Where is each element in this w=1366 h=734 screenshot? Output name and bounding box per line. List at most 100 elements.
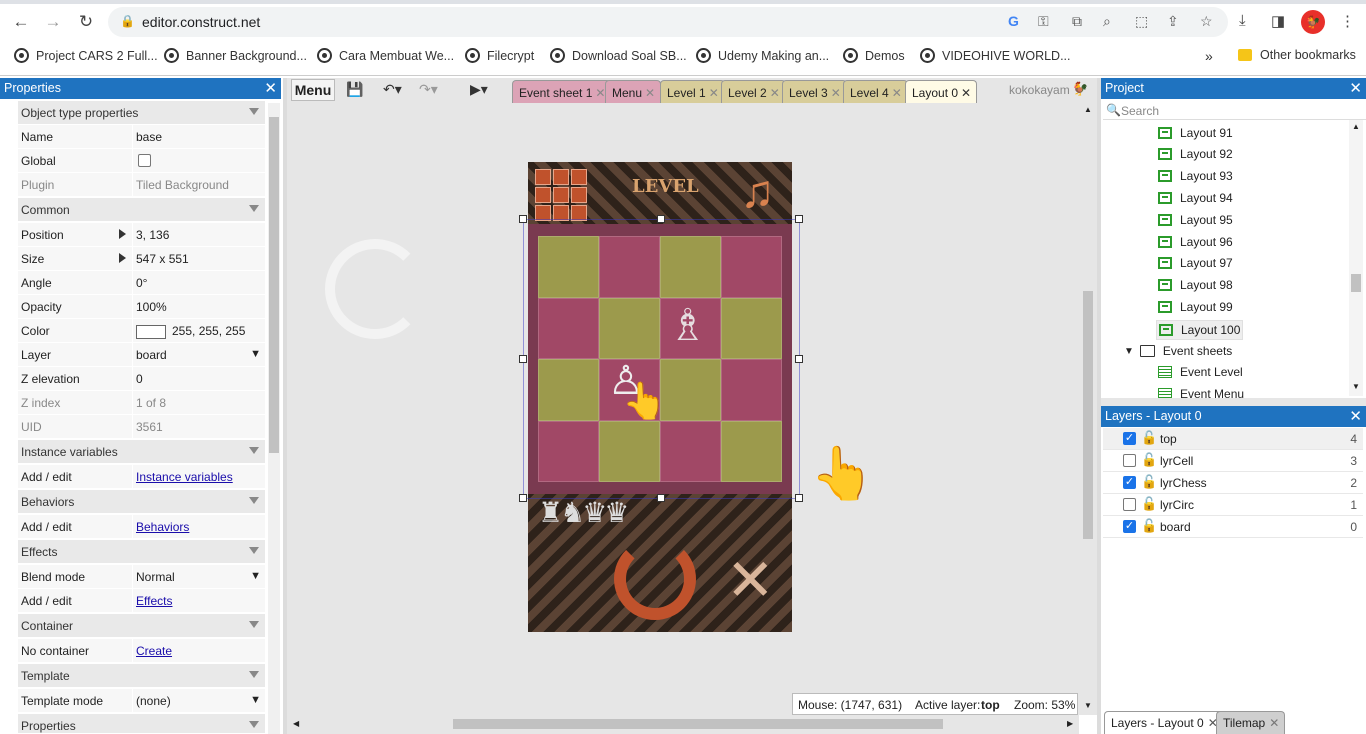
collapse-icon[interactable] [249,108,259,115]
tree-folder-event-sheets[interactable]: ▼ Event sheets [1124,344,1232,358]
open-external-icon[interactable]: ⧉ [1072,13,1082,30]
tree-item-event-sheet[interactable]: Event Level [1158,365,1243,379]
resize-handle[interactable] [657,215,665,223]
prop-value[interactable]: 0° [136,276,147,290]
prop-value[interactable]: 0 [136,372,143,386]
layer-visible-checkbox[interactable] [1123,454,1136,467]
tab-level-4[interactable]: Level 4 ✕ [843,80,908,103]
tab-level-2[interactable]: Level 2 ✕ [721,80,786,103]
close-icon[interactable]: ✕ [645,86,655,100]
section-behaviors[interactable]: Behaviors [18,490,265,514]
search-input[interactable]: Search [1121,104,1159,118]
close-icon[interactable]: ✕ [1269,716,1279,730]
close-icon[interactable]: ✕ [961,86,971,100]
tab-level-3[interactable]: Level 3 ✕ [782,80,847,103]
tree-item-layout[interactable]: Layout 99 [1158,300,1233,314]
resize-handle[interactable] [795,494,803,502]
layer-row-board[interactable]: ✓ 🔓 board 0 [1103,516,1363,538]
redo-icon[interactable]: ↷▾ [419,81,438,98]
layout-canvas[interactable]: LEVEL ♫ ♗ ♙ 👆 ♜♞♛♛ ✕ 👆 [287,103,1079,715]
spiral-icon[interactable] [325,239,425,339]
save-icon[interactable]: 💾 [346,81,363,98]
tree-item-layout[interactable]: Layout 98 [1158,278,1233,292]
bookmark-item[interactable]: Banner Background... [164,48,307,63]
music-note-icon[interactable]: ♫ [740,164,775,218]
tree-item-layout[interactable]: Layout 92 [1158,147,1233,161]
forward-icon[interactable]: → [40,10,66,34]
blend-mode-select[interactable]: Normal [136,570,175,584]
other-bookmarks[interactable]: Other bookmarks [1238,48,1356,62]
collapse-icon[interactable] [249,447,259,454]
resize-handle[interactable] [795,355,803,363]
bookmark-item[interactable]: Project CARS 2 Full... [14,48,158,63]
url-text[interactable]: editor.construct.net [142,14,260,30]
collapse-icon[interactable] [249,721,259,728]
canvas-horizontal-scrollbar[interactable]: ◀ ▶ [287,715,1079,734]
instance-variables-link[interactable]: Instance variables [136,470,233,484]
resize-handle[interactable] [519,215,527,223]
scroll-up-icon[interactable]: ▲ [1084,105,1092,114]
section-object-type[interactable]: Object type properties [18,101,265,125]
share-icon[interactable]: ⇪ [1167,13,1179,30]
resize-handle[interactable] [795,215,803,223]
effects-link[interactable]: Effects [136,594,172,608]
key-icon[interactable]: ⚿ [1038,13,1049,30]
scroll-left-icon[interactable]: ◀ [293,719,299,728]
close-icon[interactable]: ✕ [1349,78,1362,99]
layer-visible-checkbox[interactable]: ✓ [1123,432,1136,445]
section-template[interactable]: Template [18,664,265,688]
scrollbar-thumb[interactable] [1351,274,1361,292]
tree-item-layout[interactable]: Layout 94 [1158,191,1233,205]
tree-item-layout[interactable]: Layout 95 [1158,213,1233,227]
scroll-down-icon[interactable]: ▼ [1352,382,1360,391]
bookmark-item[interactable]: Filecrypt [465,48,534,63]
section-common[interactable]: Common [18,198,265,222]
tab-menu[interactable]: Menu ✕ [605,80,662,103]
project-scrollbar[interactable]: ▲ ▼ [1349,120,1363,396]
zoom-icon[interactable]: ⌕ [1103,13,1111,30]
unlock-icon[interactable]: 🔓 [1141,496,1157,512]
tab-layers[interactable]: Layers - Layout 0 ✕ [1104,711,1224,734]
section-effects[interactable]: Effects [18,540,265,564]
global-checkbox[interactable] [138,154,151,167]
scroll-right-icon[interactable]: ▶ [1067,719,1073,728]
tab-level-1[interactable]: Level 1 ✕ [660,80,725,103]
prop-value[interactable]: 547 x 551 [136,252,189,266]
tab-event-sheet-1[interactable]: Event sheet 1 ✕ [512,80,612,103]
close-icon[interactable]: ✕ [595,86,605,100]
close-icon[interactable]: ✕ [709,86,719,100]
close-icon[interactable]: ✕ [892,86,902,100]
download-icon[interactable]: ⤓ [1239,12,1246,29]
layer-row-lyrcirc[interactable]: 🔓 lyrCirc 1 [1103,494,1363,516]
address-bar[interactable]: 🔒 editor.construct.net G ⚿ ⧉ ⌕ ⬚ ⇪ ☆ [108,7,1228,37]
user-avatar-icon[interactable]: 🐓 [1072,81,1088,97]
collapse-icon[interactable] [249,205,259,212]
color-value[interactable]: 255, 255, 255 [136,324,245,339]
project-search[interactable]: 🔍 Search [1103,100,1366,120]
unlock-icon[interactable]: 🔓 [1141,452,1157,468]
tree-item-layout[interactable]: Layout 93 [1158,169,1233,183]
panel-splitter[interactable] [1101,398,1366,406]
resize-handle[interactable] [519,494,527,502]
unlock-icon[interactable]: 🔓 [1141,474,1157,490]
grid-menu-icon[interactable] [535,169,587,221]
star-icon[interactable]: ☆ [1200,13,1213,30]
tree-item-layout[interactable]: Layout 97 [1158,256,1233,270]
layer-select[interactable]: board [136,348,167,362]
more-menu-icon[interactable]: ⋮ [1340,12,1355,30]
tab-layout-0[interactable]: Layout 0 ✕ [905,80,978,103]
install-icon[interactable]: ⬚ [1135,13,1148,30]
close-icon[interactable]: ✕ [264,78,277,99]
menu-button[interactable]: Menu [291,79,335,101]
side-panel-icon[interactable]: ◨ [1271,12,1285,30]
prop-value[interactable]: 3, 136 [136,228,169,242]
layer-visible-checkbox[interactable]: ✓ [1123,520,1136,533]
bookmark-item[interactable]: Udemy Making an... [696,48,829,63]
preview-play-icon[interactable]: ▶▾ [470,81,488,98]
color-swatch[interactable] [136,324,166,339]
undo-icon[interactable]: ↶▾ [383,81,402,98]
bookmark-item[interactable]: Demos [843,48,905,63]
section-container[interactable]: Container [18,614,265,638]
close-icon[interactable]: ✕ [1349,406,1362,427]
chevron-down-icon[interactable]: ▼ [250,348,261,360]
